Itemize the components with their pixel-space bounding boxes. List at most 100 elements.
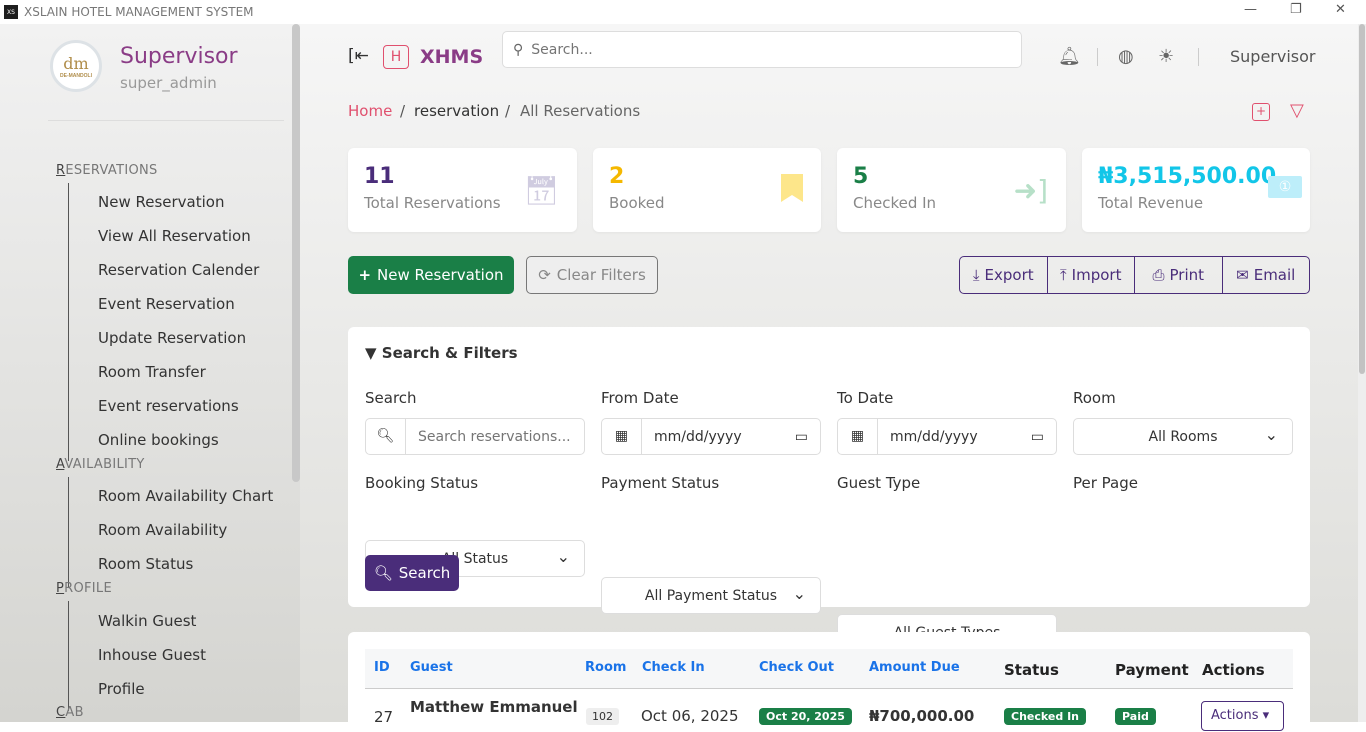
- user-role: super_admin: [120, 74, 217, 92]
- breadcrumb-home[interactable]: Home: [348, 102, 392, 120]
- button-label: Search: [399, 564, 451, 582]
- maximize-button[interactable]: ❐: [1290, 2, 1302, 17]
- close-button[interactable]: ✕: [1335, 2, 1346, 17]
- sidebar-section-3[interactable]: CAB: [56, 705, 84, 720]
- filters-title-text: Search & Filters: [382, 344, 518, 362]
- cell-check-out-badge: Oct 20, 2025: [759, 708, 852, 725]
- user-name: Supervisor: [120, 44, 238, 69]
- from-date-label: From Date: [601, 389, 679, 407]
- stat-label: Total Reservations: [364, 194, 501, 212]
- nav-tree-line: [68, 601, 69, 711]
- sidebar-item-room-availability[interactable]: Room Availability: [98, 521, 227, 539]
- cell-amount-due: ₦700,000.00: [869, 707, 974, 725]
- button-label: Export: [985, 266, 1034, 284]
- sidebar-section-2[interactable]: PROFILE: [56, 581, 112, 596]
- stat-label: Total Revenue: [1098, 194, 1203, 212]
- section-label: ROFILE: [64, 581, 112, 596]
- minimize-button[interactable]: —: [1244, 2, 1257, 17]
- envelope-icon: ✉: [1236, 266, 1249, 284]
- theme-sun-icon[interactable]: ☀: [1158, 46, 1174, 67]
- refresh-icon: ⟳: [538, 266, 551, 284]
- date-picker-icon[interactable]: ▭: [1031, 429, 1044, 445]
- sidebar-toggle-icon[interactable]: [⇤: [348, 46, 369, 66]
- language-globe-icon[interactable]: ◍: [1118, 46, 1134, 67]
- column-header-amount-due[interactable]: Amount Due: [869, 660, 960, 675]
- sidebar-section-1[interactable]: AVAILABILITY: [56, 457, 145, 472]
- brand-name: XHMS: [420, 46, 483, 68]
- download-icon: ⤓: [973, 266, 980, 284]
- sidebar-item-online-bookings[interactable]: Online bookings: [98, 431, 219, 449]
- sidebar-item-reservation-calender[interactable]: Reservation Calender: [98, 261, 259, 279]
- export-button[interactable]: ⤓ Export: [960, 257, 1048, 293]
- notification-bell-icon[interactable]: 🔔︎: [1058, 46, 1081, 67]
- column-header-payment: Payment: [1115, 661, 1189, 679]
- breadcrumb-reservation[interactable]: reservation: [414, 102, 499, 120]
- section-initial: R: [56, 163, 65, 178]
- column-header-guest[interactable]: Guest: [410, 660, 453, 675]
- date-picker-icon[interactable]: ▭: [795, 429, 808, 445]
- stat-value: ₦3,515,500.00: [1098, 164, 1276, 189]
- per-page-label: Per Page: [1073, 474, 1138, 492]
- global-search[interactable]: ⚲: [502, 31, 1022, 68]
- sidebar: dmDE-MANDOLI Supervisor super_admin RESE…: [0, 24, 300, 722]
- logo-subtext: DE-MANDOLI: [60, 73, 92, 79]
- from-date-input[interactable]: ▦mm/dd/yyyy▭: [601, 418, 821, 455]
- stat-value: 11: [364, 164, 395, 189]
- new-reservation-button[interactable]: +New Reservation: [348, 256, 514, 294]
- stat-label: Booked: [609, 194, 665, 212]
- sidebar-item-room-transfer[interactable]: Room Transfer: [98, 363, 206, 381]
- print-icon: ⎙: [1152, 266, 1164, 284]
- sidebar-item-new-reservation[interactable]: New Reservation: [98, 193, 224, 211]
- filter-icon[interactable]: ▽: [1290, 100, 1304, 121]
- clear-filters-button[interactable]: ⟳ Clear Filters: [526, 256, 658, 294]
- reservation-search-input[interactable]: [418, 429, 578, 445]
- room-select[interactable]: All Rooms: [1073, 418, 1293, 455]
- column-header-check-in[interactable]: Check In: [642, 660, 705, 675]
- page-scrollbar[interactable]: [1358, 24, 1366, 722]
- import-button[interactable]: ⤒Import: [1048, 257, 1136, 293]
- sidebar-scrollbar[interactable]: [292, 24, 300, 482]
- button-label: Clear Filters: [557, 266, 646, 284]
- button-label: New Reservation: [377, 266, 503, 284]
- section-label: AB: [65, 705, 83, 720]
- calendar-icon: ▦: [838, 419, 878, 454]
- sidebar-item-room-availability-chart[interactable]: Room Availability Chart: [98, 487, 273, 505]
- actions-dropdown-button[interactable]: Actions ▾: [1201, 701, 1284, 731]
- sidebar-item-profile[interactable]: Profile: [98, 680, 145, 698]
- to-date-input[interactable]: ▦ mm/dd/yyyy▭: [837, 418, 1057, 455]
- sidebar-item-event-reservation[interactable]: Event Reservation: [98, 295, 235, 313]
- date-value: mm/dd/yyyy: [890, 429, 1031, 445]
- cell-guest[interactable]: Matthew Emmanuel: [410, 698, 578, 716]
- sidebar-item-inhouse-guest[interactable]: Inhouse Guest: [98, 646, 206, 664]
- print-button[interactable]: ⎙ Print: [1135, 257, 1223, 293]
- cell-id: 27: [374, 708, 393, 726]
- column-header-check-out[interactable]: Check Out: [759, 660, 834, 675]
- button-label: Print: [1170, 266, 1205, 284]
- column-header-id[interactable]: ID: [374, 660, 390, 675]
- sidebar-item-update-reservation[interactable]: Update Reservation: [98, 329, 246, 347]
- reservation-search-field[interactable]: 🔍︎: [365, 418, 585, 455]
- stat-card-booked: 2 Booked: [593, 148, 821, 232]
- section-initial: P: [56, 581, 64, 596]
- column-header-room[interactable]: Room: [585, 660, 626, 675]
- add-icon[interactable]: +: [1252, 103, 1270, 121]
- global-search-input[interactable]: [531, 42, 1011, 58]
- sidebar-item-room-status[interactable]: Room Status: [98, 555, 193, 573]
- sidebar-item-view-all-reservation[interactable]: View All Reservation: [98, 227, 251, 245]
- email-button[interactable]: ✉Email: [1223, 257, 1310, 293]
- sidebar-item-event-reservations[interactable]: Event reservations: [98, 397, 239, 415]
- stat-value: 2: [609, 164, 624, 189]
- breadcrumb-separator: /: [505, 102, 510, 120]
- app-logo-icon: XS: [4, 5, 18, 19]
- search-label: Search: [365, 389, 417, 407]
- header-user-menu[interactable]: Supervisor: [1230, 47, 1316, 66]
- sidebar-section-0[interactable]: RESERVATIONS: [56, 163, 158, 178]
- search-button[interactable]: 🔍︎Search: [365, 555, 459, 591]
- sidebar-item-walkin-guest[interactable]: Walkin Guest: [98, 612, 196, 630]
- calendar-icon: ▦: [602, 419, 642, 454]
- nav-tree-line: [68, 183, 69, 461]
- payment-status-select[interactable]: All Payment Status: [601, 577, 821, 614]
- payment-status-label: Payment Status: [601, 474, 719, 492]
- sign-in-icon: ➜]: [1014, 174, 1048, 207]
- divider: [48, 120, 284, 121]
